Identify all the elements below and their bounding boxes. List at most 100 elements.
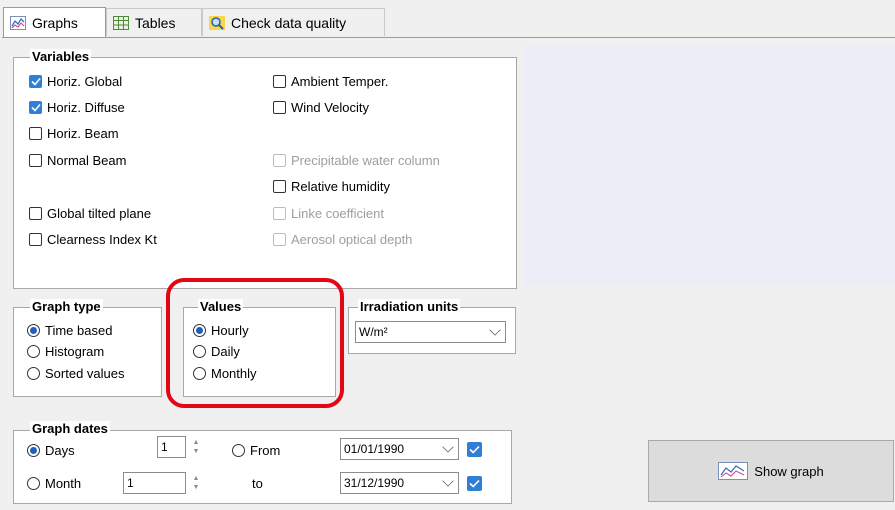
- variables-group: [13, 57, 517, 289]
- tab-bar: Graphs Tables Check data quality: [0, 0, 895, 38]
- var-ambient-temper[interactable]: Ambient Temper.: [273, 74, 388, 89]
- checkbox-disabled-icon: [273, 233, 286, 246]
- to-date-picker[interactable]: 31/12/1990: [340, 472, 459, 494]
- radio-icon[interactable]: [232, 444, 245, 457]
- var-relative-humidity[interactable]: Relative humidity: [273, 179, 390, 194]
- graph-type-title: Graph type: [30, 299, 103, 314]
- radio-selected-icon[interactable]: [193, 324, 206, 337]
- month-spinner[interactable]: 1: [123, 472, 186, 494]
- checkbox-disabled-icon: [273, 207, 286, 220]
- var-normal-beam[interactable]: Normal Beam: [29, 153, 126, 168]
- to-label: to: [252, 476, 263, 491]
- checkbox-checked-icon[interactable]: [29, 101, 42, 114]
- irradiation-units-value: W/m²: [359, 325, 388, 339]
- var-label: Global tilted plane: [47, 206, 152, 221]
- radio-label: Sorted values: [45, 366, 125, 381]
- var-label: Clearness Index Kt: [47, 232, 157, 247]
- month-spinner-arrows[interactable]: ▲ ▼: [189, 472, 203, 494]
- radio-label: From: [250, 443, 281, 458]
- irradiation-units-select[interactable]: W/m²: [355, 321, 506, 343]
- dates-days-radio[interactable]: Days: [27, 443, 75, 458]
- var-label: Horiz. Diffuse: [47, 100, 125, 115]
- month-value: 1: [127, 476, 134, 490]
- graph-dates-title: Graph dates: [30, 421, 110, 436]
- var-aerosol-depth: Aerosol optical depth: [273, 232, 412, 247]
- table-icon: [113, 15, 129, 30]
- var-label: Horiz. Beam: [47, 126, 119, 141]
- var-label: Wind Velocity: [291, 100, 370, 115]
- var-linke-coefficient: Linke coefficient: [273, 206, 384, 221]
- tab-check-label: Check data quality: [231, 14, 347, 31]
- var-horiz-diffuse[interactable]: Horiz. Diffuse: [29, 100, 125, 115]
- tab-graphs-label: Graphs: [32, 15, 78, 31]
- line-chart-icon: [718, 462, 749, 480]
- checkbox-icon[interactable]: [273, 75, 286, 88]
- to-date-checkbox[interactable]: [467, 476, 482, 491]
- radio-selected-icon[interactable]: [27, 324, 40, 337]
- var-horiz-beam[interactable]: Horiz. Beam: [29, 126, 119, 141]
- checkbox-icon[interactable]: [273, 101, 286, 114]
- magnifier-icon: [209, 15, 225, 30]
- radio-icon[interactable]: [27, 345, 40, 358]
- values-daily[interactable]: Daily: [193, 344, 240, 359]
- line-chart-icon: [10, 16, 26, 30]
- checkbox-icon[interactable]: [29, 207, 42, 220]
- from-date-value: 01/01/1990: [344, 442, 405, 456]
- var-label: Ambient Temper.: [291, 74, 389, 89]
- radio-label: Days: [45, 443, 75, 458]
- to-label-row: to: [252, 476, 263, 491]
- var-label: Horiz. Global: [47, 74, 123, 89]
- days-spinner-arrows[interactable]: ▲ ▼: [189, 436, 203, 458]
- from-date-checkbox[interactable]: [467, 442, 482, 457]
- show-graph-button[interactable]: Show graph: [648, 440, 894, 502]
- tab-tables[interactable]: Tables: [106, 8, 202, 36]
- from-date-picker[interactable]: 01/01/1990: [340, 438, 459, 460]
- values-monthly[interactable]: Monthly: [193, 366, 257, 381]
- radio-icon[interactable]: [27, 477, 40, 490]
- radio-selected-icon[interactable]: [27, 444, 40, 457]
- radio-label: Hourly: [211, 323, 249, 338]
- graph-type-time-based[interactable]: Time based: [27, 323, 112, 338]
- checkbox-icon[interactable]: [29, 233, 42, 246]
- radio-icon[interactable]: [27, 367, 40, 380]
- var-label: Precipitable water column: [291, 153, 440, 168]
- var-label: Aerosol optical depth: [291, 232, 413, 247]
- values-title: Values: [198, 299, 244, 314]
- graph-preview-area: [524, 46, 895, 286]
- show-graph-label: Show graph: [754, 463, 824, 479]
- var-label: Linke coefficient: [291, 206, 384, 221]
- irradiation-units-title: Irradiation units: [358, 299, 461, 314]
- radio-icon[interactable]: [193, 367, 206, 380]
- dates-month-radio[interactable]: Month: [27, 476, 81, 491]
- values-hourly[interactable]: Hourly: [193, 323, 249, 338]
- checkbox-icon[interactable]: [273, 180, 286, 193]
- checkbox-disabled-icon: [273, 154, 286, 167]
- radio-label: Monthly: [211, 366, 257, 381]
- checkbox-icon[interactable]: [29, 154, 42, 167]
- radio-label: Histogram: [45, 344, 105, 359]
- var-clearness-index[interactable]: Clearness Index Kt: [29, 232, 157, 247]
- var-precipitable-water: Precipitable water column: [273, 153, 440, 168]
- var-wind-velocity[interactable]: Wind Velocity: [273, 100, 369, 115]
- to-date-value: 31/12/1990: [344, 476, 405, 490]
- radio-icon[interactable]: [193, 345, 206, 358]
- tab-check-data-quality[interactable]: Check data quality: [202, 8, 385, 36]
- radio-label: Daily: [211, 344, 240, 359]
- checkbox-icon[interactable]: [29, 127, 42, 140]
- days-value: 1: [161, 440, 168, 454]
- var-label: Normal Beam: [47, 153, 127, 168]
- tab-graphs[interactable]: Graphs: [3, 7, 106, 38]
- var-horiz-global[interactable]: Horiz. Global: [29, 74, 122, 89]
- graph-type-sorted-values[interactable]: Sorted values: [27, 366, 125, 381]
- dates-from-radio[interactable]: From: [232, 443, 280, 458]
- chevron-down-icon: [489, 324, 501, 336]
- variables-title: Variables: [30, 49, 92, 64]
- radio-label: Month: [45, 476, 82, 491]
- radio-label: Time based: [45, 323, 113, 338]
- checkbox-checked-icon[interactable]: [29, 75, 42, 88]
- var-global-tilted[interactable]: Global tilted plane: [29, 206, 151, 221]
- var-label: Relative humidity: [291, 179, 390, 194]
- chevron-down-icon: [442, 441, 454, 453]
- days-spinner[interactable]: 1: [157, 436, 186, 458]
- graph-type-histogram[interactable]: Histogram: [27, 344, 104, 359]
